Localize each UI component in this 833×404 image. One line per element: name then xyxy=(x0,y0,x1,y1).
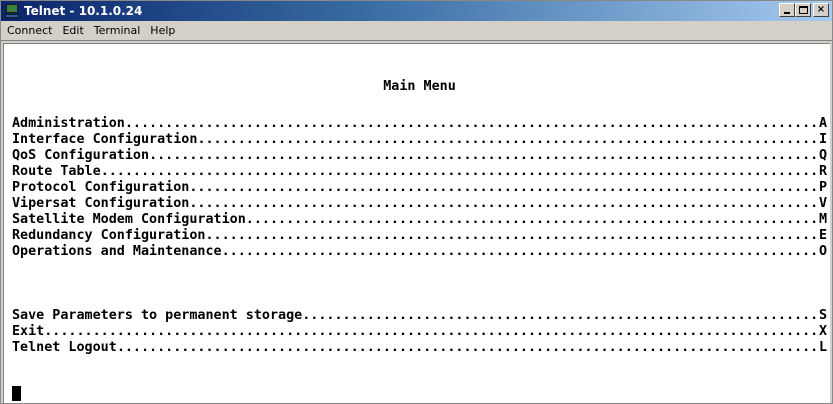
dot-leader: ........................................… xyxy=(100,164,819,179)
telnet-app-icon xyxy=(5,4,19,18)
title-bar[interactable]: Telnet - 10.1.0.24 × xyxy=(1,1,832,21)
dot-leader: ........................................… xyxy=(189,180,819,195)
option-label: Vipersat Configuration xyxy=(12,196,190,211)
close-icon: × xyxy=(816,4,826,15)
dot-leader: ........................................… xyxy=(44,324,819,339)
terminal-screen[interactable]: Main Menu Administration................… xyxy=(3,43,830,403)
option-key: V xyxy=(818,196,827,211)
dot-leader: ........................................… xyxy=(221,244,819,259)
option-key: R xyxy=(818,164,827,179)
menu-help[interactable]: Help xyxy=(145,22,180,40)
option-label: QoS Configuration xyxy=(12,148,150,163)
option-label: Satellite Modem Configuration xyxy=(12,212,246,227)
menu-option-row: Satellite Modem Configuration...........… xyxy=(12,212,827,227)
option-key: M xyxy=(818,212,827,227)
dot-leader: ........................................… xyxy=(302,308,819,323)
dot-leader: ........................................… xyxy=(245,212,819,227)
option-key: P xyxy=(818,180,827,195)
menu-edit[interactable]: Edit xyxy=(57,22,88,40)
menu-option-row: Exit....................................… xyxy=(12,324,827,339)
menu-option-row: Administration..........................… xyxy=(12,116,827,131)
window-title: Telnet - 10.1.0.24 xyxy=(24,4,143,18)
option-key: A xyxy=(818,116,827,131)
menu-option-row: Route Table.............................… xyxy=(12,164,827,179)
dot-leader: ........................................… xyxy=(124,116,819,131)
option-label: Interface Configuration xyxy=(12,132,198,147)
menu-option-row: Vipersat Configuration..................… xyxy=(12,196,827,211)
dot-leader: ........................................… xyxy=(189,196,819,211)
close-button[interactable]: × xyxy=(813,3,829,17)
menu-option-row: Protocol Configuration..................… xyxy=(12,180,827,195)
menu-option-row: Save Parameters to permanent storage....… xyxy=(12,308,827,323)
option-label: Redundancy Configuration xyxy=(12,228,206,243)
terminal-cursor xyxy=(12,386,21,401)
option-key: I xyxy=(818,132,827,147)
telnet-window: Telnet - 10.1.0.24 × Connect Edit Termin… xyxy=(0,0,833,404)
option-key: S xyxy=(818,308,827,323)
option-key: Q xyxy=(818,148,827,163)
menu-heading: Main Menu xyxy=(383,79,456,94)
menu-option-row: Telnet Logout...........................… xyxy=(12,340,827,355)
option-key: L xyxy=(818,340,827,355)
option-label: Protocol Configuration xyxy=(12,180,190,195)
option-label: Operations and Maintenance xyxy=(12,244,222,259)
dot-leader: ........................................… xyxy=(197,132,819,147)
option-label: Administration xyxy=(12,116,125,131)
option-label: Exit xyxy=(12,324,45,339)
option-key: X xyxy=(818,324,827,339)
menu-connect[interactable]: Connect xyxy=(1,22,57,40)
option-label: Route Table xyxy=(12,164,101,179)
option-key: O xyxy=(818,244,827,259)
dot-leader: ........................................… xyxy=(116,340,819,355)
option-key: E xyxy=(818,228,827,243)
menu-terminal[interactable]: Terminal xyxy=(89,22,146,40)
terminal-text: Main Menu Administration................… xyxy=(12,44,827,355)
maximize-button[interactable] xyxy=(795,3,811,17)
menu-option-row: Interface Configuration.................… xyxy=(12,132,827,147)
minimize-icon xyxy=(784,12,790,14)
dot-leader: ........................................… xyxy=(149,148,819,163)
option-label: Save Parameters to permanent storage xyxy=(12,308,303,323)
maximize-icon xyxy=(798,6,808,14)
menu-option-row: Redundancy Configuration................… xyxy=(12,228,827,243)
dot-leader: ........................................… xyxy=(205,228,819,243)
option-label: Telnet Logout xyxy=(12,340,117,355)
menu-bar: Connect Edit Terminal Help xyxy=(1,21,832,41)
menu-option-row: QoS Configuration.......................… xyxy=(12,148,827,163)
minimize-button[interactable] xyxy=(779,3,795,17)
window-controls: × xyxy=(779,3,829,17)
menu-option-row: Operations and Maintenance..............… xyxy=(12,244,827,259)
